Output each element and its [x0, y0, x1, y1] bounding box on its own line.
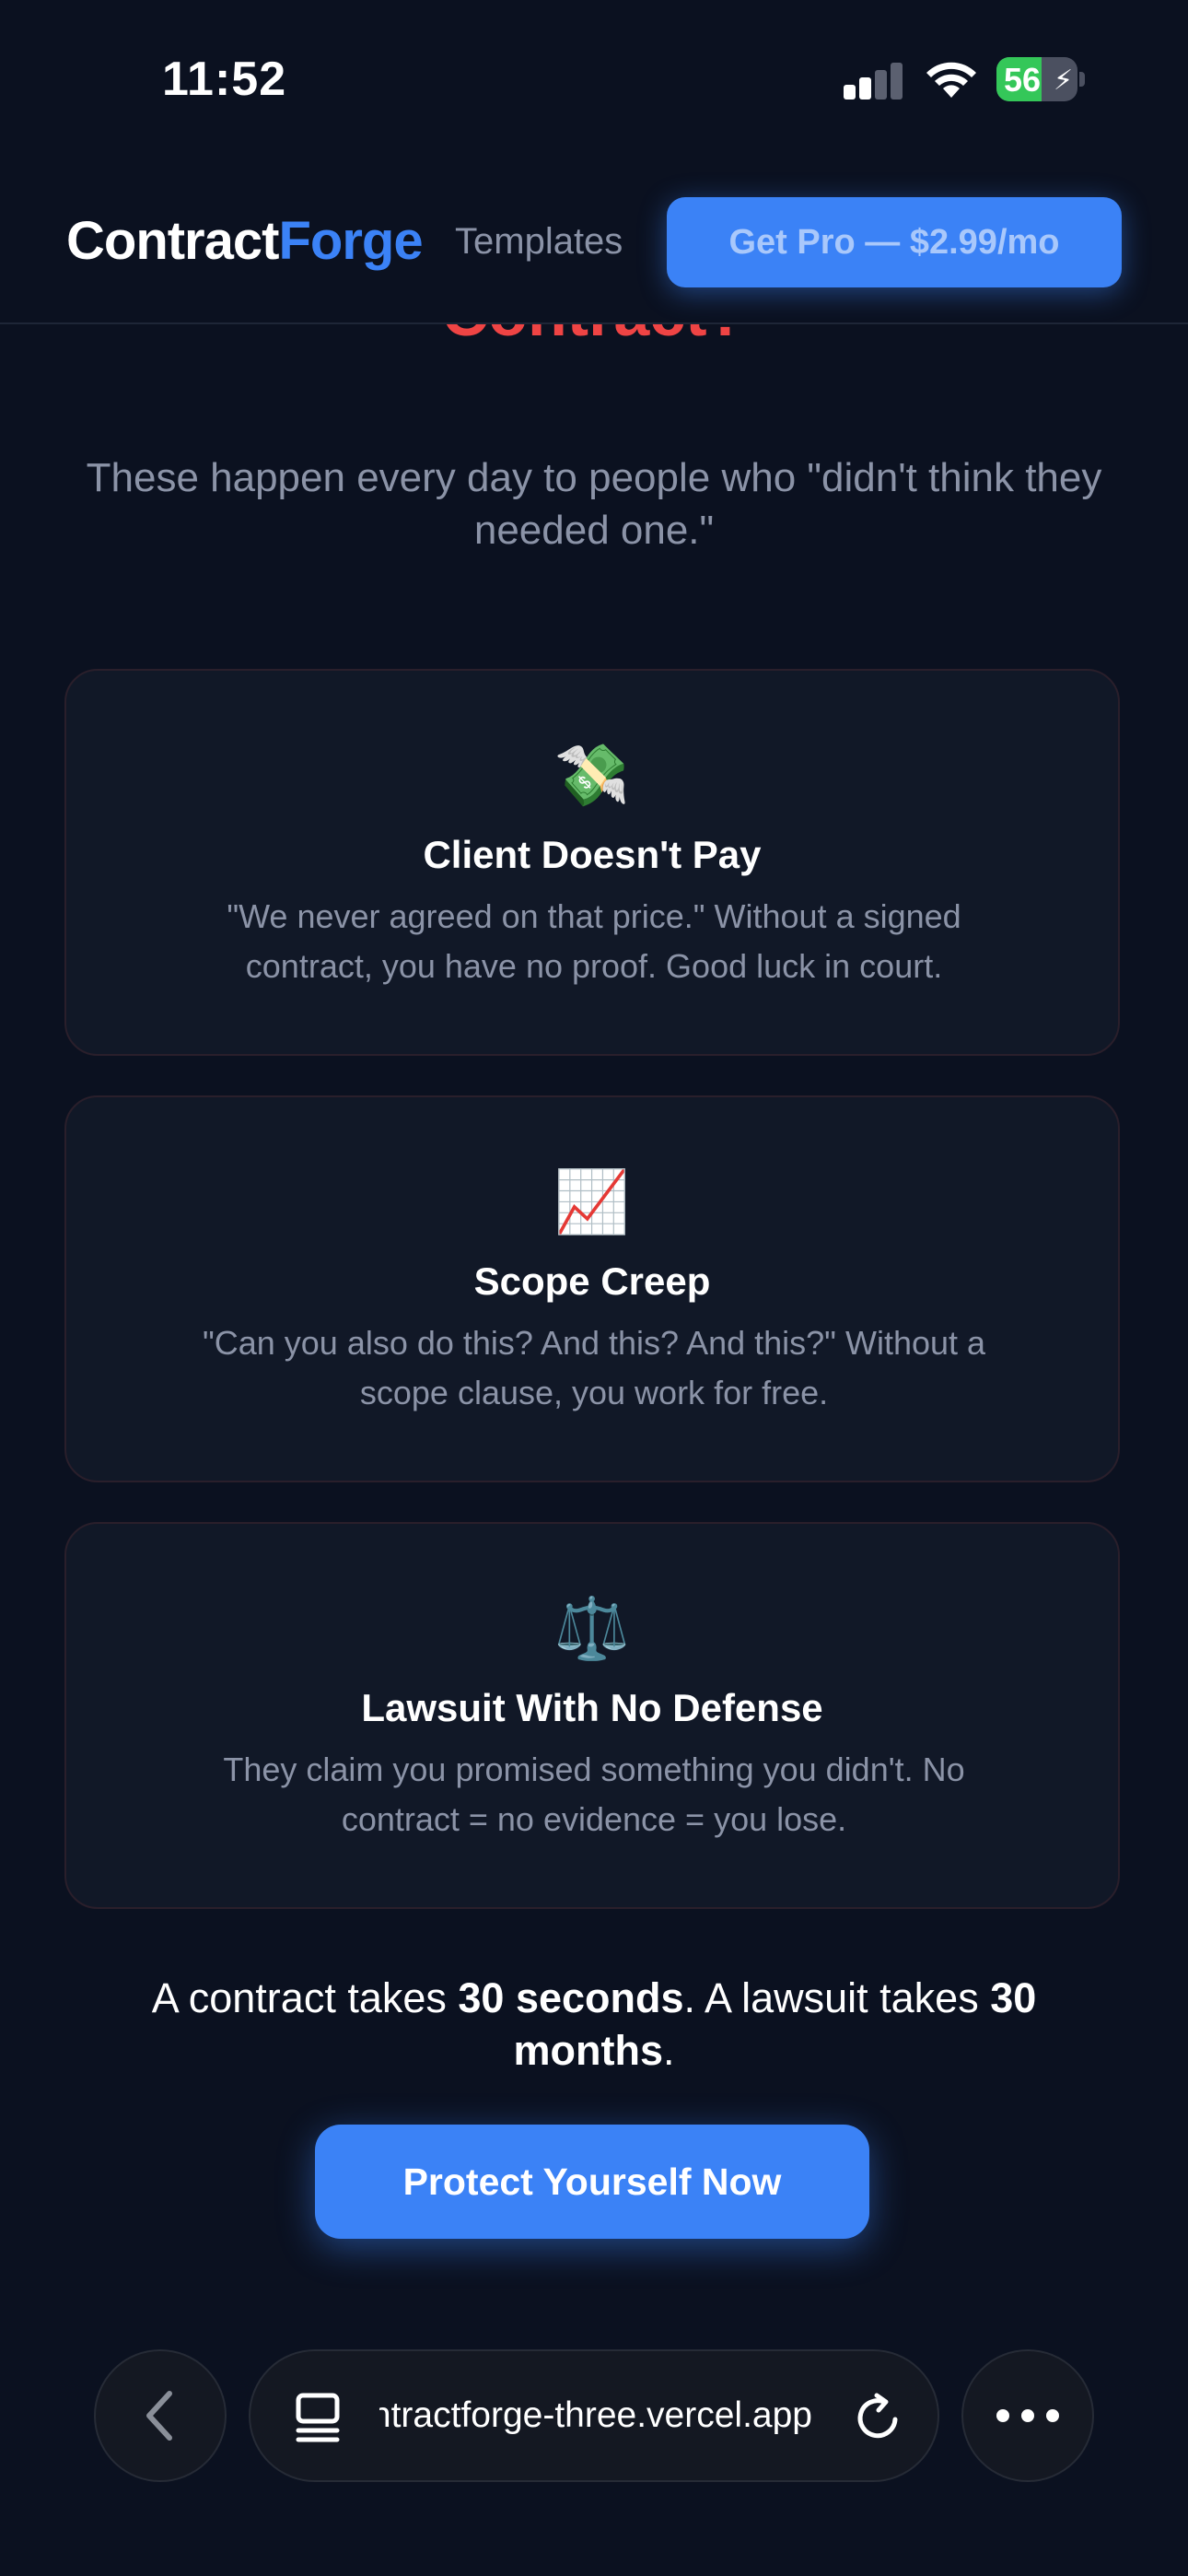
- site-header: ContractForge Templates Get Pro — $2.99/…: [0, 157, 1188, 324]
- section-subtitle: These happen every day to people who "di…: [86, 455, 1102, 553]
- chart-increasing-icon: 📈: [553, 1166, 631, 1237]
- charging-bolt-icon: ⚡: [1054, 65, 1074, 96]
- url-text: contractforge-three.vercel.app: [379, 2395, 812, 2435]
- card-description: "Can you also do this? And this? And thi…: [202, 1324, 986, 1411]
- ellipsis-icon: [996, 2409, 1059, 2422]
- reload-icon[interactable]: [853, 2392, 904, 2443]
- card-title: Client Doesn't Pay: [423, 833, 762, 876]
- card-description: They claim you promised something you di…: [223, 1751, 965, 1838]
- cellular-signal-icon: [844, 61, 904, 100]
- tabs-icon[interactable]: [295, 2392, 341, 2443]
- risk-card-client-doesnt-pay: 💸 Client Doesn't Pay "We never agreed on…: [64, 669, 1120, 1056]
- status-time: 11:52: [162, 53, 287, 106]
- money-with-wings-icon: 💸: [553, 740, 631, 811]
- protect-yourself-button[interactable]: Protect Yourself Now: [315, 2125, 869, 2239]
- card-description: "We never agreed on that price." Without…: [227, 897, 961, 985]
- address-bar[interactable]: contractforge-three.vercel.app: [249, 2349, 939, 2482]
- get-pro-button[interactable]: Get Pro — $2.99/mo: [667, 197, 1122, 287]
- back-button[interactable]: [94, 2349, 227, 2482]
- chevron-left-icon: [146, 2391, 172, 2441]
- battery-level: 56: [1004, 61, 1042, 99]
- risk-card-lawsuit: ⚖️ Lawsuit With No Defense They claim yo…: [64, 1522, 1120, 1909]
- risk-card-scope-creep: 📈 Scope Creep "Can you also do this? And…: [64, 1095, 1120, 1482]
- balance-scale-icon: ⚖️: [553, 1593, 631, 1664]
- logo-text-forge: Forge: [278, 211, 423, 271]
- logo-text-contract: Contract: [66, 211, 279, 271]
- site-logo[interactable]: ContractForge: [66, 210, 424, 272]
- status-bar: 11:52 56 ⚡: [0, 0, 1188, 157]
- nav-link-templates[interactable]: Templates: [455, 221, 623, 263]
- stakes-contract-time: 30 seconds: [458, 1974, 684, 2021]
- browser-toolbar: contractforge-three.vercel.app: [0, 2340, 1188, 2576]
- wifi-icon: [926, 62, 976, 98]
- card-title: Scope Creep: [473, 1259, 711, 1303]
- battery-icon: 56 ⚡: [996, 57, 1085, 101]
- stakes-statement: A contract takes 30 seconds. A lawsuit t…: [151, 1974, 1037, 2074]
- card-title: Lawsuit With No Defense: [361, 1686, 823, 1729]
- more-options-button[interactable]: [961, 2349, 1094, 2482]
